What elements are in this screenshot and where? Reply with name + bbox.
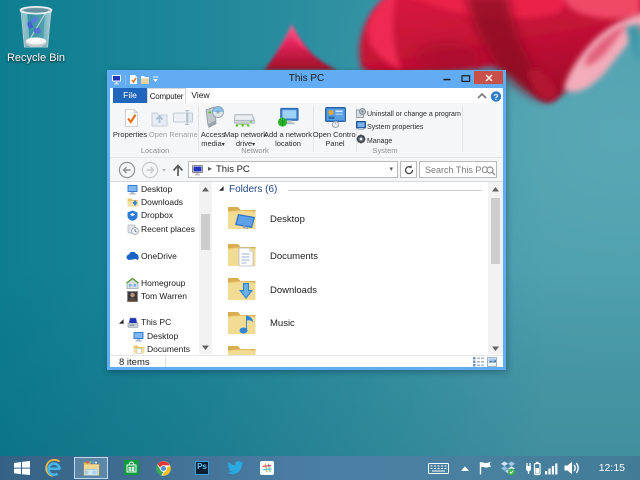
- svg-text:?: ?: [493, 92, 498, 102]
